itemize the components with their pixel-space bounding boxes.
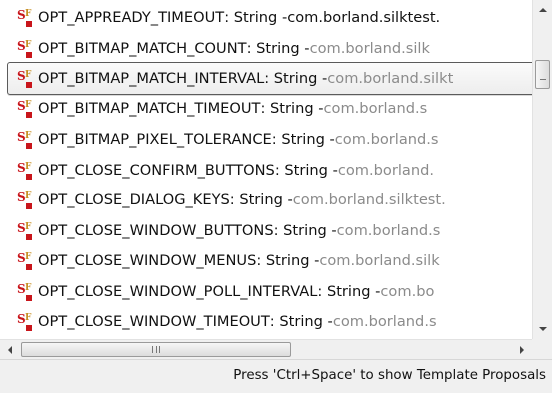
scroll-up-button[interactable] <box>533 0 552 20</box>
proposal-qualifier: com.bo <box>380 283 435 300</box>
proposal-type: : String - <box>274 162 338 179</box>
static-field-icon: SF <box>16 250 34 272</box>
proposal-list[interactable]: S F OPT_APPREADY_TIMEOUT : String - com.bo… <box>0 0 532 339</box>
proposal-item[interactable]: S F OPT_BITMAP_MATCH_COUNT : String - com.… <box>0 34 430 64</box>
grip-icon <box>540 79 546 80</box>
proposal-item[interactable]: S F OPT_APPREADY_TIMEOUT : String - com.bo… <box>0 3 440 33</box>
status-hint: Press 'Ctrl+Space' to show Template Prop… <box>0 359 552 393</box>
vertical-scroll-thumb[interactable] <box>535 60 550 89</box>
svg-text:F: F <box>25 252 32 262</box>
proposal-item[interactable]: S F OPT_CLOSE_WINDOW_MENUS : String - com.… <box>0 246 440 276</box>
proposal-field-name: OPT_CLOSE_WINDOW_TIMEOUT <box>38 313 270 330</box>
static-field-icon: SF <box>16 68 34 90</box>
static-field-icon: SF <box>16 220 34 242</box>
proposal-qualifier: com.borland.s <box>332 313 437 330</box>
static-field-icon: SF <box>16 281 34 303</box>
proposal-field-name: OPT_BITMAP_MATCH_INTERVAL <box>38 69 265 87</box>
svg-text:F: F <box>25 9 32 19</box>
proposal-qualifier: com.borland.s <box>334 131 439 148</box>
proposal-type: : String - <box>264 69 328 87</box>
svg-text:F: F <box>25 131 32 141</box>
proposal-item[interactable]: S F OPT_BITMAP_PIXEL_TOLERANCE : String - … <box>0 125 439 155</box>
proposal-type: : String - <box>317 283 381 300</box>
svg-text:F: F <box>25 40 32 50</box>
scrollbar-corner <box>532 339 552 359</box>
scroll-left-button[interactable] <box>0 340 20 359</box>
arrow-right-icon <box>520 345 524 354</box>
proposal-field-name: OPT_APPREADY_TIMEOUT <box>38 9 225 26</box>
arrow-down-icon <box>538 327 547 331</box>
scroll-down-button[interactable] <box>533 319 552 339</box>
proposal-qualifier: com.borland.s <box>336 222 441 239</box>
proposal-item[interactable]: S F OPT_CLOSE_CONFIRM_BUTTONS : String - c… <box>0 156 434 186</box>
proposal-type: : String - <box>271 131 335 148</box>
scroll-right-button[interactable] <box>512 340 532 359</box>
proposal-field-name: OPT_CLOSE_WINDOW_MENUS <box>38 252 257 269</box>
static-field-icon: SF <box>16 98 34 120</box>
proposal-qualifier: com.borland.silk <box>319 252 440 269</box>
vertical-scrollbar[interactable] <box>532 0 552 339</box>
svg-text:F: F <box>25 70 32 80</box>
proposal-field-name: OPT_CLOSE_WINDOW_BUTTONS <box>38 222 274 239</box>
svg-text:F: F <box>25 313 32 323</box>
proposal-qualifier: com.borland.silkt <box>327 69 454 87</box>
proposal-field-name: OPT_BITMAP_MATCH_TIMEOUT <box>38 100 261 117</box>
svg-text:F: F <box>25 100 32 110</box>
static-field-icon: SF <box>16 7 34 29</box>
proposal-item[interactable]: S F OPT_BITMAP_MATCH_INTERVAL : String - c… <box>7 62 532 95</box>
proposal-qualifier: com.borland.silktest. <box>287 9 441 26</box>
static-field-icon: SF <box>16 189 34 211</box>
grip-icon <box>152 346 160 353</box>
proposal-item[interactable]: S F OPT_BITMAP_MATCH_TIMEOUT : String - co… <box>0 94 427 124</box>
proposal-type: : String - <box>256 252 320 269</box>
static-field-icon: SF <box>16 38 34 60</box>
proposal-qualifier: com.borland.silktest. <box>292 191 446 208</box>
static-field-icon: SF <box>16 160 34 182</box>
proposal-field-name: OPT_CLOSE_WINDOW_POLL_INTERVAL <box>38 283 318 300</box>
content-assist-popup: S F OPT_APPREADY_TIMEOUT : String - com.bo… <box>0 0 552 393</box>
proposal-field-name: OPT_CLOSE_DIALOG_KEYS <box>38 191 230 208</box>
svg-text:F: F <box>25 222 32 232</box>
proposal-qualifier: com.borland. <box>337 162 434 179</box>
static-field-icon: SF <box>16 311 34 333</box>
proposal-type: : String - <box>273 222 337 239</box>
proposal-item[interactable]: S F OPT_CLOSE_WINDOW_POLL_INTERVAL : Strin… <box>0 277 434 307</box>
proposal-field-name: OPT_BITMAP_PIXEL_TOLERANCE <box>38 131 272 148</box>
proposal-type: : String - <box>260 100 324 117</box>
horizontal-scrollbar[interactable] <box>0 339 532 359</box>
svg-text:F: F <box>25 191 32 201</box>
proposal-type: : String - <box>246 40 310 57</box>
svg-text:F: F <box>25 162 32 172</box>
proposal-qualifier: com.borland.silk <box>309 40 430 57</box>
svg-text:F: F <box>25 283 32 293</box>
arrow-left-icon <box>8 345 12 354</box>
proposal-field-name: OPT_BITMAP_MATCH_COUNT <box>38 40 247 57</box>
proposal-type: : String - <box>224 9 288 26</box>
proposal-field-name: OPT_CLOSE_CONFIRM_BUTTONS <box>38 162 275 179</box>
horizontal-scroll-thumb[interactable] <box>21 342 291 357</box>
proposal-item[interactable]: S F OPT_CLOSE_WINDOW_BUTTONS : String - co… <box>0 216 440 246</box>
proposal-type: : String - <box>229 191 293 208</box>
proposal-item[interactable]: S F OPT_CLOSE_DIALOG_KEYS : String - com.b… <box>0 185 446 215</box>
proposal-qualifier: com.borland.s <box>323 100 428 117</box>
proposal-type: : String - <box>269 313 333 330</box>
arrow-up-icon <box>538 8 547 12</box>
proposal-item[interactable]: S F OPT_CLOSE_WINDOW_TIMEOUT : String - co… <box>0 307 437 337</box>
static-field-icon: SF <box>16 129 34 151</box>
